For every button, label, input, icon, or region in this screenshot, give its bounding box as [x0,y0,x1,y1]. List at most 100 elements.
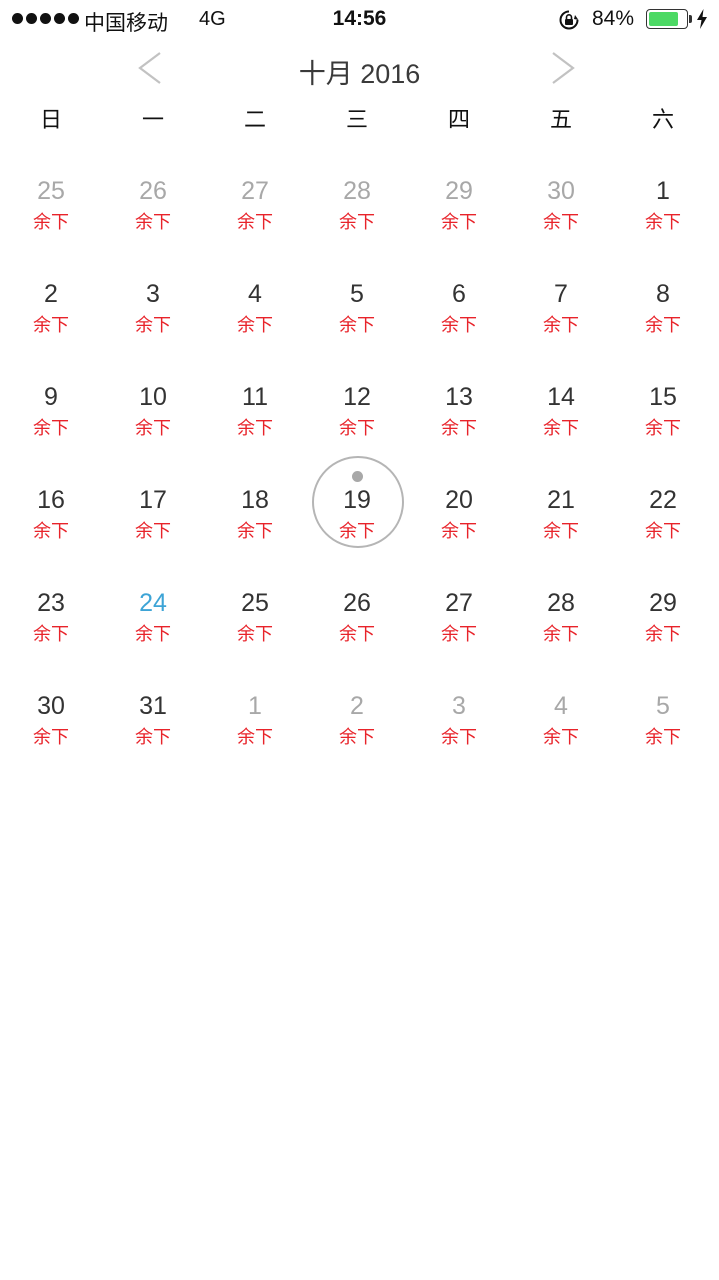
day-number: 5 [656,692,670,720]
day-number: 31 [139,692,167,720]
day-cell[interactable]: 3 余下 [102,243,204,346]
calendar-screen: 中国移动 4G 14:56 84% 十月 2016 日 一 二 三 四 五 六 … [0,0,719,1280]
day-cell[interactable]: 1 余下 [204,655,306,758]
day-cell[interactable]: 17 余下 [102,449,204,552]
battery-level-fill [649,12,679,26]
day-cell[interactable]: 28 余下 [306,140,408,243]
day-cell[interactable]: 29 余下 [612,552,714,655]
status-bar: 中国移动 4G 14:56 84% [0,0,719,40]
chevron-right-icon[interactable] [543,48,583,88]
day-number: 12 [343,383,371,411]
day-note-label: 余下 [135,418,171,438]
day-note-label: 余下 [441,521,477,541]
day-note-label: 余下 [543,212,579,232]
weekday-header: 日 一 二 三 四 五 六 [0,104,714,136]
day-number: 11 [242,383,268,411]
day-number: 17 [139,486,167,514]
day-cell[interactable]: 5 余下 [612,655,714,758]
day-cell[interactable]: 11 余下 [204,346,306,449]
day-cell[interactable]: 26 余下 [306,552,408,655]
charging-bolt-icon [697,9,707,29]
day-note-label: 余下 [135,727,171,747]
day-cell[interactable]: 29 余下 [408,140,510,243]
day-cell[interactable]: 13 余下 [408,346,510,449]
day-number: 4 [554,692,568,720]
day-number: 30 [547,177,575,205]
day-cell[interactable]: 6 余下 [408,243,510,346]
day-number: 26 [343,589,371,617]
weekday-label: 六 [651,107,674,132]
day-number: 2 [350,692,364,720]
day-cell[interactable]: 10 余下 [102,346,204,449]
calendar-grid: 25 余下 26 余下 27 余下 28 余下 29 余下 30 余下 1 余下 2 余下 3 余下 4 余下 5 余下 6… [0,140,714,758]
day-note-label: 余下 [339,315,375,335]
weekday-label: 三 [345,107,368,132]
day-cell[interactable]: 12 余下 [306,346,408,449]
day-note-label: 余下 [543,521,579,541]
day-note-label: 余下 [33,727,69,747]
day-cell[interactable]: 2 余下 [0,243,102,346]
day-number: 30 [37,692,65,720]
day-cell[interactable]: 30 余下 [510,140,612,243]
day-cell[interactable]: 7 余下 [510,243,612,346]
day-note-label: 余下 [237,727,273,747]
day-number: 19 [343,486,371,514]
day-cell[interactable]: 30 余下 [0,655,102,758]
day-cell[interactable]: 18 余下 [204,449,306,552]
day-cell-selected[interactable]: 19 余下 [306,449,408,552]
day-note-label: 余下 [33,212,69,232]
day-cell[interactable]: 14 余下 [510,346,612,449]
day-note-label: 余下 [339,727,375,747]
day-number: 20 [445,486,473,514]
day-cell[interactable]: 9 余下 [0,346,102,449]
day-cell[interactable]: 4 余下 [204,243,306,346]
day-cell[interactable]: 27 余下 [408,552,510,655]
day-number: 18 [241,486,269,514]
day-number: 3 [452,692,466,720]
day-number: 7 [554,280,568,308]
day-note-label: 余下 [645,315,681,335]
day-cell[interactable]: 15 余下 [612,346,714,449]
day-cell[interactable]: 2 余下 [306,655,408,758]
day-note-label: 余下 [441,418,477,438]
day-number: 29 [445,177,473,205]
day-note-label: 余下 [645,212,681,232]
day-cell[interactable]: 20 余下 [408,449,510,552]
month-navigation: 十月 2016 [0,44,719,92]
day-cell[interactable]: 23 余下 [0,552,102,655]
day-number: 21 [547,486,575,514]
day-cell[interactable]: 8 余下 [612,243,714,346]
day-number: 25 [241,589,269,617]
day-cell[interactable]: 28 余下 [510,552,612,655]
day-note-label: 余下 [339,418,375,438]
day-cell[interactable]: 25 余下 [0,140,102,243]
day-number: 4 [248,280,262,308]
day-cell[interactable]: 31 余下 [102,655,204,758]
day-note-label: 余下 [33,624,69,644]
day-number: 25 [37,177,65,205]
day-number: 13 [445,383,473,411]
day-note-label: 余下 [135,521,171,541]
day-note-label: 余下 [237,624,273,644]
day-note-label: 余下 [237,212,273,232]
day-number: 3 [146,280,160,308]
day-cell-today[interactable]: 24 余下 [102,552,204,655]
day-number: 26 [139,177,167,205]
day-number: 2 [44,280,58,308]
day-cell[interactable]: 22 余下 [612,449,714,552]
day-cell[interactable]: 3 余下 [408,655,510,758]
day-cell[interactable]: 16 余下 [0,449,102,552]
event-dot [352,471,363,482]
day-cell[interactable]: 25 余下 [204,552,306,655]
day-cell[interactable]: 26 余下 [102,140,204,243]
day-cell[interactable]: 1 余下 [612,140,714,243]
day-cell[interactable]: 21 余下 [510,449,612,552]
rotation-lock-icon [559,10,579,30]
day-cell[interactable]: 5 余下 [306,243,408,346]
weekday-label: 日 [39,107,62,132]
day-note-label: 余下 [237,418,273,438]
day-cell[interactable]: 4 余下 [510,655,612,758]
day-note-label: 余下 [441,727,477,747]
day-note-label: 余下 [543,315,579,335]
day-cell[interactable]: 27 余下 [204,140,306,243]
